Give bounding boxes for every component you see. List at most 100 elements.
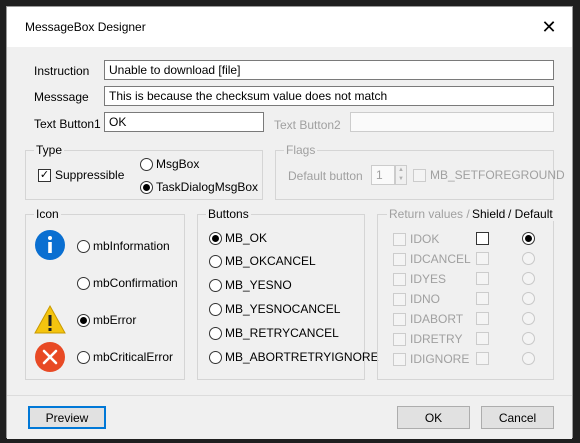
icon-group-title: Icon: [34, 207, 61, 221]
setforeground-check-box: [413, 168, 426, 182]
cancel-button[interactable]: Cancel: [481, 406, 554, 429]
mb-retrycancel-radio-dot[interactable]: [209, 326, 222, 340]
shield-checkbox: [476, 352, 493, 365]
default-header: / Default: [507, 207, 554, 221]
mb-ok-radio-dot[interactable]: [209, 231, 222, 245]
default-button-spinner: 1 ▲ ▼: [371, 165, 407, 185]
confirmation-radio-dot[interactable]: [77, 276, 90, 290]
mb-yesnocancel-radio-dot[interactable]: [209, 302, 222, 316]
default-button-value: 1: [376, 168, 383, 182]
return-value-label: IDYES: [410, 272, 447, 286]
default-radio-dot: [522, 252, 535, 265]
shield-check-box[interactable]: [476, 232, 489, 245]
default-radio: [522, 272, 538, 285]
close-button[interactable]: ✕: [526, 7, 572, 47]
button-option-mb-ok[interactable]: MB_OK: [209, 231, 267, 245]
return-value-check-box: [393, 292, 406, 306]
default-radio: [522, 292, 538, 305]
type-group-title: Type: [34, 143, 65, 157]
button-option-mb-okcancel[interactable]: MB_OKCANCEL: [209, 254, 316, 268]
spin-up-icon: ▲: [398, 167, 404, 173]
icon-option-critical-error[interactable]: mbCriticalError: [77, 350, 173, 364]
taskdialog-radio[interactable]: TaskDialogMsgBox: [140, 180, 258, 194]
mb-yesno-label: MB_YESNO: [225, 278, 292, 292]
critical-error-icon: [35, 342, 65, 372]
spin-down-icon: ▼: [398, 176, 404, 182]
dialog-footer: Preview OK Cancel: [7, 395, 572, 439]
return-value-check-box: [393, 312, 406, 326]
shield-checkbox: [476, 312, 493, 325]
spinner-arrows: ▲ ▼: [395, 165, 407, 185]
shield-checkbox: [476, 272, 493, 285]
preview-button[interactable]: Preview: [28, 406, 106, 429]
default-radio-dot[interactable]: [522, 232, 535, 245]
msgbox-radio-dot[interactable]: [140, 157, 153, 171]
information-radio-dot[interactable]: [77, 239, 90, 253]
default-radio-dot: [522, 312, 535, 325]
instruction-field[interactable]: Unable to download [file]: [104, 60, 554, 80]
text-button1-field[interactable]: OK: [104, 112, 264, 132]
button-option-mb-yesnocancel[interactable]: MB_YESNOCANCEL: [209, 302, 340, 316]
taskdialog-radio-dot[interactable]: [140, 180, 153, 194]
default-radio: [522, 332, 538, 345]
return-value-checkbox: IDRETRY: [393, 332, 462, 346]
mb-abortretryignore-label: MB_ABORTRETRYIGNORE: [225, 350, 379, 364]
instruction-label: Instruction: [34, 64, 90, 78]
shield-check-box: [476, 332, 489, 345]
return-values-title: Return values /: [387, 207, 472, 221]
critical-error-label: mbCriticalError: [93, 350, 174, 364]
ok-button[interactable]: OK: [397, 406, 470, 429]
flags-group-title: Flags: [284, 143, 318, 157]
window-title: MessageBox Designer: [25, 20, 146, 34]
message-field[interactable]: This is because the checksum value does …: [104, 86, 554, 106]
default-radio: [522, 352, 538, 365]
default-radio: [522, 252, 538, 265]
confirmation-label: mbConfirmation: [93, 276, 178, 290]
shield-checkbox: [476, 332, 493, 345]
return-value-checkbox: IDCANCEL: [393, 252, 471, 266]
critical-error-radio-dot[interactable]: [77, 350, 90, 364]
icon-option-error[interactable]: mbError: [77, 313, 136, 327]
shield-check-box: [476, 292, 489, 305]
error-label: mbError: [93, 313, 137, 327]
mb-okcancel-radio-dot[interactable]: [209, 254, 222, 268]
information-icon: [35, 230, 65, 260]
default-radio-dot: [522, 352, 535, 365]
error-radio-dot[interactable]: [77, 313, 90, 327]
return-value-label: IDRETRY: [410, 332, 463, 346]
return-value-checkbox: IDIGNORE: [393, 352, 469, 366]
icon-option-information[interactable]: mbInformation: [77, 239, 170, 253]
msgbox-radio[interactable]: MsgBox: [140, 157, 199, 171]
return-value-check-box: [393, 272, 406, 286]
mb-yesno-radio-dot[interactable]: [209, 278, 222, 292]
shield-checkbox[interactable]: [476, 232, 493, 245]
return-value-label: IDOK: [410, 232, 440, 246]
suppressible-check-box[interactable]: ✓: [38, 168, 51, 182]
shield-check-box: [476, 352, 489, 365]
return-value-label: IDNO: [410, 292, 440, 306]
title-bar: MessageBox Designer ✕: [7, 7, 572, 47]
return-value-checkbox: IDNO: [393, 292, 440, 306]
return-value-check-box: [393, 352, 406, 366]
icon-option-confirmation[interactable]: mbConfirmation: [77, 276, 178, 290]
mb-retrycancel-label: MB_RETRYCANCEL: [225, 326, 339, 340]
return-value-label: IDIGNORE: [410, 352, 470, 366]
default-button-label: Default button: [288, 169, 363, 183]
return-value-label: IDCANCEL: [410, 252, 471, 266]
information-label: mbInformation: [93, 239, 170, 253]
return-value-check-box: [393, 332, 406, 346]
message-label: Messsage: [34, 90, 89, 104]
text-button2-field: [350, 112, 554, 132]
messagebox-designer-dialog: MessageBox Designer ✕ Instruction Unable…: [6, 6, 573, 439]
return-value-checkbox: IDYES: [393, 272, 446, 286]
return-value-checkbox: IDOK: [393, 232, 439, 246]
button-option-mb-yesno[interactable]: MB_YESNO: [209, 278, 292, 292]
default-radio[interactable]: [522, 232, 538, 245]
suppressible-checkbox[interactable]: ✓ Suppressible: [38, 168, 124, 182]
button-option-mb-abortretryignore[interactable]: MB_ABORTRETRYIGNORE: [209, 350, 379, 364]
shield-check-box: [476, 312, 489, 325]
return-value-check-box: [393, 232, 406, 246]
mb-abortretryignore-radio-dot[interactable]: [209, 350, 222, 364]
mb-okcancel-label: MB_OKCANCEL: [225, 254, 316, 268]
button-option-mb-retrycancel[interactable]: MB_RETRYCANCEL: [209, 326, 339, 340]
